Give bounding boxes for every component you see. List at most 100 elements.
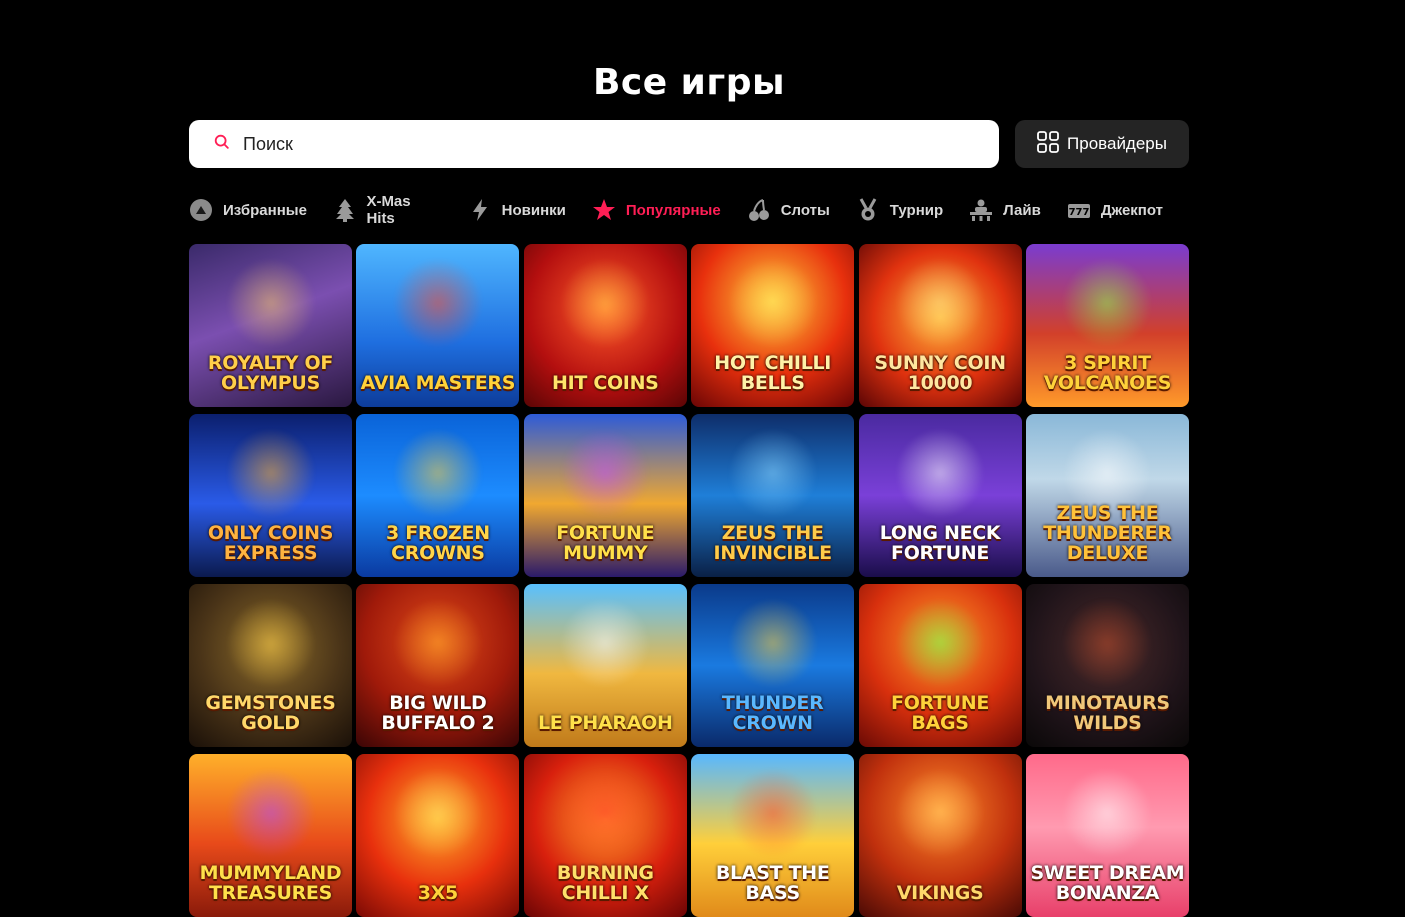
- game-tile[interactable]: 3x5: [356, 754, 520, 917]
- favorite-icon: [189, 198, 213, 222]
- dealer-icon: [969, 198, 993, 222]
- tab-live[interactable]: Лайв: [969, 196, 1041, 224]
- game-art: [560, 257, 651, 348]
- game-tile[interactable]: 3 Frozen Crowns: [356, 414, 520, 577]
- tab-xmas-hits[interactable]: X-Mas Hits: [333, 193, 442, 227]
- search-bar[interactable]: [189, 120, 999, 168]
- game-title: Hit Coins: [551, 372, 659, 394]
- tab-label: Лайв: [1003, 201, 1041, 219]
- category-tabs: Избранные X-Mas Hits Новинки Популярные …: [189, 193, 1189, 227]
- game-art: [392, 257, 483, 348]
- tab-slots[interactable]: Слоты: [747, 196, 830, 224]
- grid-icon: [1037, 130, 1059, 158]
- cherries-icon: [747, 198, 771, 222]
- game-art: [727, 597, 818, 688]
- game-tile[interactable]: Long Neck Fortune: [858, 414, 1022, 577]
- game-tile[interactable]: Le Pharaoh: [523, 584, 687, 747]
- game-title: Sweet Dream Bonanza: [1030, 862, 1185, 904]
- tab-label: Джекпот: [1100, 201, 1163, 219]
- game-title: Zeus The Invincible: [713, 522, 833, 564]
- game-art: [727, 767, 818, 858]
- game-title: Thunder Crown: [721, 692, 824, 734]
- christmas-tree-icon: [333, 198, 357, 222]
- game-title: Long Neck Fortune: [879, 522, 1001, 564]
- game-tile[interactable]: Burning Chilli X: [523, 754, 687, 917]
- game-tile[interactable]: Thunder Crown: [691, 584, 855, 747]
- game-art: [1062, 767, 1153, 858]
- game-tile[interactable]: Big Wild Buffalo 2: [356, 584, 520, 747]
- game-title: Le Pharaoh: [537, 712, 673, 734]
- game-title: Mummyland Treasures: [199, 862, 342, 904]
- game-tile[interactable]: Hot Chilli Bells: [691, 244, 855, 407]
- game-art: [225, 257, 316, 348]
- game-art: [727, 427, 818, 518]
- game-title: Zeus The Thunderer Deluxe: [1043, 502, 1172, 564]
- game-title: Sunny Coin 10000: [874, 352, 1006, 394]
- page-title: Все игры: [592, 62, 786, 103]
- game-title: Burning Chilli X: [556, 862, 654, 904]
- game-art: [560, 427, 651, 518]
- game-title: 3x5: [417, 882, 459, 904]
- providers-button[interactable]: Провайдеры: [1015, 120, 1189, 168]
- tab-label: Турнир: [889, 201, 944, 219]
- game-art: [392, 767, 483, 858]
- tab-new[interactable]: Новинки: [468, 196, 566, 224]
- game-title: Avia Masters: [360, 372, 516, 394]
- game-tile[interactable]: Royalty of Olympus: [189, 244, 352, 407]
- tab-label: Избранные: [223, 201, 307, 219]
- game-tile[interactable]: 3 Spirit Volcanoes: [1025, 244, 1189, 407]
- game-art: [895, 767, 986, 858]
- tab-label: X-Mas Hits: [366, 193, 411, 227]
- game-title: 3 Frozen Crowns: [385, 522, 490, 564]
- game-title: Vikings: [896, 882, 984, 904]
- game-tile[interactable]: Fortune Bags: [858, 584, 1022, 747]
- game-tile[interactable]: Zeus The Thunderer Deluxe: [1025, 414, 1189, 577]
- game-tile[interactable]: Gemstones Gold: [189, 584, 352, 747]
- tab-label: Новинки: [501, 201, 566, 219]
- lightning-icon: [468, 198, 492, 222]
- game-art: [560, 597, 651, 688]
- game-art: [225, 597, 316, 688]
- games-grid: Royalty of Olympus Avia Masters Hit Coins H…: [189, 244, 1189, 917]
- star-icon: [592, 198, 616, 222]
- game-title: 3 Spirit Volcanoes: [1043, 352, 1172, 394]
- tab-label: Слоты: [780, 201, 830, 219]
- game-tile[interactable]: Blast The Bass: [691, 754, 855, 917]
- search-icon: [213, 133, 231, 156]
- game-title: Gemstones Gold: [205, 692, 336, 734]
- game-tile[interactable]: Sweet Dream Bonanza: [1025, 754, 1189, 917]
- tab-tournament[interactable]: Турнир: [856, 196, 943, 224]
- search-input[interactable]: [241, 132, 945, 156]
- game-art: [225, 427, 316, 518]
- game-tile[interactable]: Only Coins Express: [189, 414, 352, 577]
- game-art: [225, 767, 316, 858]
- game-art: [895, 597, 986, 688]
- game-tile[interactable]: Minotaurs Wilds: [1025, 584, 1189, 747]
- game-title: Royalty of Olympus: [207, 352, 334, 394]
- game-art: [392, 597, 483, 688]
- game-title: Fortune Bags: [891, 692, 990, 734]
- game-tile[interactable]: Zeus The Invincible: [691, 414, 855, 577]
- game-art: [1062, 257, 1153, 348]
- tab-popular[interactable]: Популярные: [592, 196, 721, 224]
- tab-jackpot[interactable]: 777 Джекпот: [1067, 196, 1163, 224]
- game-title: Blast The Bass: [715, 862, 830, 904]
- tab-label: Популярные: [625, 201, 721, 219]
- tab-favorites[interactable]: Избранные: [189, 196, 307, 224]
- svg-text:777: 777: [1068, 207, 1089, 218]
- game-art: [392, 427, 483, 518]
- jackpot-777-icon: 777: [1067, 198, 1091, 222]
- game-tile[interactable]: Sunny Coin 10000: [858, 244, 1022, 407]
- game-tile[interactable]: Mummyland Treasures: [189, 754, 352, 917]
- providers-label: Провайдеры: [1067, 134, 1167, 153]
- game-art: [1062, 597, 1153, 688]
- game-art: [727, 257, 818, 348]
- game-title: Only Coins Express: [207, 522, 334, 564]
- game-tile[interactable]: Hit Coins: [523, 244, 687, 407]
- game-art: [895, 257, 986, 348]
- game-tile[interactable]: Fortune Mummy: [523, 414, 687, 577]
- game-tile[interactable]: Avia Masters: [356, 244, 520, 407]
- game-title: Big Wild Buffalo 2: [381, 692, 495, 734]
- game-tile[interactable]: Vikings: [858, 754, 1022, 917]
- medal-icon: [856, 198, 880, 222]
